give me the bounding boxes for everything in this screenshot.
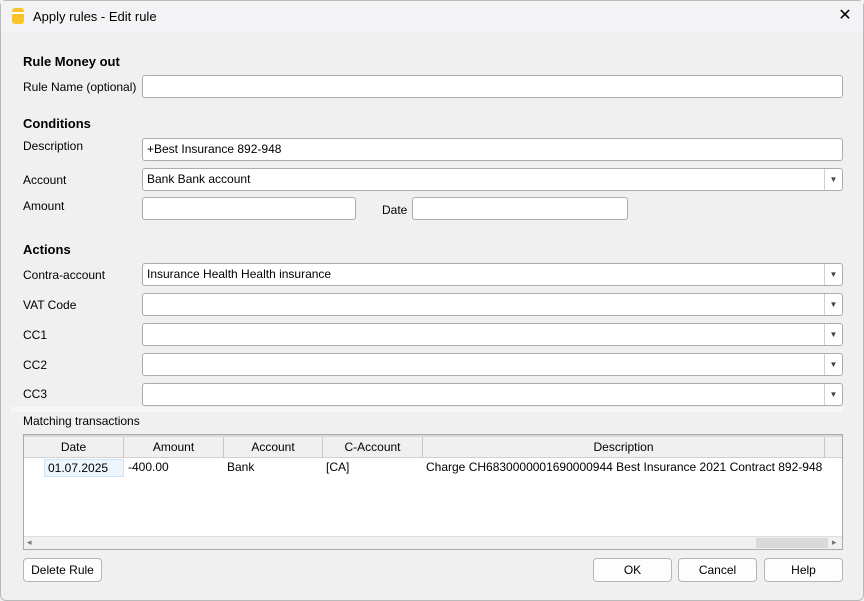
table-header: Date Amount Account C-Account Descriptio… [24,435,842,458]
account-label: Account [23,173,66,187]
chevron-down-icon[interactable]: ▼ [824,354,842,375]
horizontal-scrollbar[interactable]: ◂ ▸ [24,536,842,549]
column-header-description[interactable]: Description [423,437,825,458]
chevron-down-icon[interactable]: ▼ [824,324,842,345]
contra-account-value: Insurance Health Health insurance [147,267,331,281]
actions-heading: Actions [23,242,71,257]
matching-table: Date Amount Account C-Account Descriptio… [23,434,843,550]
matching-heading: Matching transactions [23,414,140,428]
column-header-amount[interactable]: Amount [124,437,224,458]
amount-input[interactable] [142,197,356,220]
chevron-down-icon[interactable]: ▼ [824,264,842,285]
vat-code-label: VAT Code [23,298,76,312]
cell-description[interactable]: Charge CH6830000001690000944 Best Insura… [426,459,822,475]
app-icon [12,8,24,24]
scroll-left-icon[interactable]: ◂ [27,537,32,548]
chevron-down-icon[interactable]: ▼ [824,169,842,190]
chevron-down-icon[interactable]: ▼ [824,294,842,315]
rule-name-label: Rule Name (optional) [23,80,136,94]
column-header-date[interactable]: Date [24,437,124,458]
cell-date[interactable]: 01.07.2025 [44,459,124,477]
close-icon[interactable]: ✕ [835,5,855,25]
vat-code-combo[interactable]: ▼ [142,293,843,316]
description-label: Description [23,139,83,153]
date-label: Date [382,203,407,217]
cell-account[interactable]: Bank [227,459,254,475]
ok-button[interactable]: OK [593,558,672,582]
rule-name-input[interactable] [142,75,843,98]
window-title: Apply rules - Edit rule [33,9,157,24]
column-header-c-account[interactable]: C-Account [323,437,423,458]
cc3-combo[interactable]: ▼ [142,383,843,406]
scrollbar-thumb[interactable] [756,538,828,548]
chevron-down-icon[interactable]: ▼ [824,384,842,405]
date-input[interactable] [412,197,628,220]
cancel-button[interactable]: Cancel [678,558,757,582]
column-header-account[interactable]: Account [224,437,323,458]
cc1-label: CC1 [23,328,47,342]
splitter-handle[interactable] [11,407,843,412]
cc3-label: CC3 [23,387,47,401]
help-button[interactable]: Help [764,558,843,582]
cc2-combo[interactable]: ▼ [142,353,843,376]
contra-account-combo[interactable]: Insurance Health Health insurance ▼ [142,263,843,286]
scroll-right-icon[interactable]: ▸ [832,537,837,548]
contra-account-label: Contra-account [23,268,105,282]
cc2-label: CC2 [23,358,47,372]
cell-amount[interactable]: -400.00 [128,459,169,475]
delete-rule-button[interactable]: Delete Rule [23,558,102,582]
account-combo[interactable]: Bank Bank account ▼ [142,168,843,191]
conditions-heading: Conditions [23,116,91,131]
cell-c-account[interactable]: [CA] [326,459,349,475]
amount-label: Amount [23,199,64,213]
rule-heading: Rule Money out [23,54,120,69]
description-input[interactable]: +Best Insurance 892-948 [142,138,843,161]
cc1-combo[interactable]: ▼ [142,323,843,346]
account-value: Bank Bank account [147,172,250,186]
